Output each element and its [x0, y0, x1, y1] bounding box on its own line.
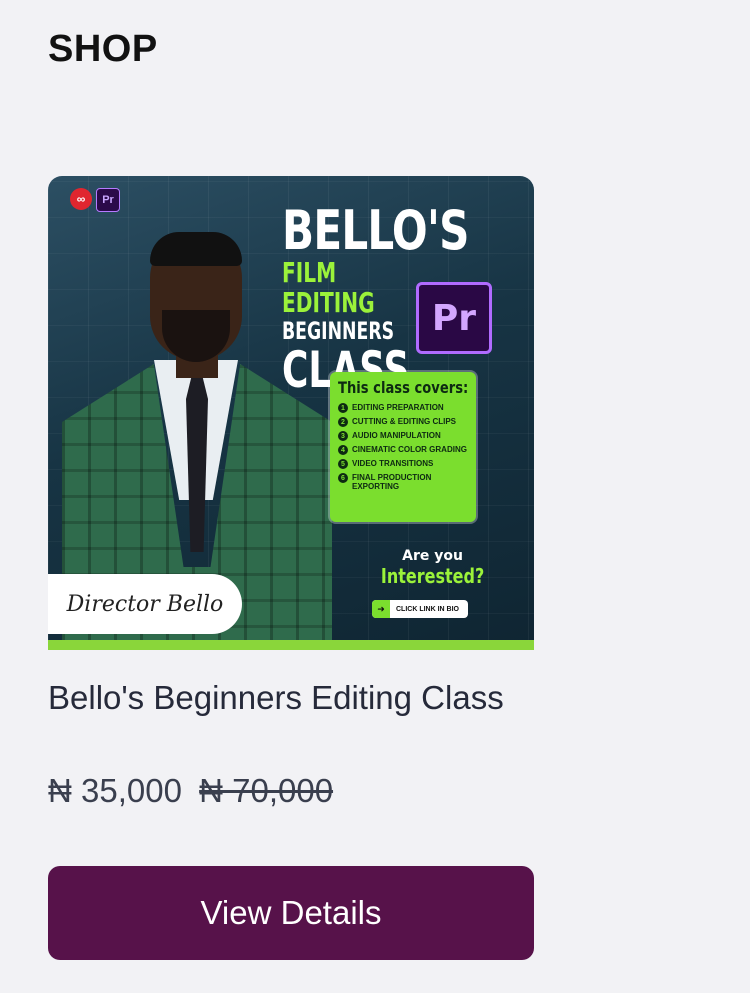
cover-item: 1 EDITING PREPARATION	[338, 403, 468, 413]
headline-line2: FILM EDITING	[282, 256, 375, 319]
signature-badge: Director Bello	[48, 574, 242, 634]
view-details-button[interactable]: View Details	[48, 866, 534, 960]
green-strip	[48, 640, 534, 650]
premiere-small-icon: Pr	[96, 188, 120, 212]
covers-box: This class covers: 1 EDITING PREPARATION …	[330, 372, 476, 522]
tie	[186, 372, 208, 552]
cover-item: 4 CINEMATIC COLOR GRADING	[338, 445, 468, 455]
hair	[150, 232, 242, 266]
cover-item: 6 FINAL PRODUCTION EXPORTING	[338, 473, 468, 491]
premiere-pro-icon: Pr	[416, 282, 492, 354]
cover-item: 5 VIDEO TRANSITIONS	[338, 459, 468, 469]
covers-title: This class covers:	[338, 378, 469, 397]
interested-text: Are you Interested?	[380, 548, 485, 588]
creative-cloud-icon: ∞	[70, 188, 92, 210]
product-image[interactable]: ∞ Pr BELLO'S FILM EDITING BEGINNERS CLAS…	[48, 176, 534, 650]
app-icons: ∞ Pr	[70, 188, 120, 212]
product-title[interactable]: Bello's Beginners Editing Class	[48, 674, 508, 722]
price-original: ₦ 70,000	[199, 772, 334, 809]
headline-line1: BELLO'S	[282, 199, 469, 262]
cover-item: 3 AUDIO MANIPULATION	[338, 431, 468, 441]
price-row: ₦ 35,000 ₦ 70,000	[48, 772, 333, 810]
page-title: SHOP	[48, 28, 158, 70]
arrow-right-icon: ➜	[372, 600, 390, 618]
click-link-in-bio: ➜ CLICK LINK IN BIO	[372, 600, 468, 618]
price-current: ₦ 35,000	[48, 772, 182, 809]
cover-item: 2 CUTTING & EDITING CLIPS	[338, 417, 468, 427]
